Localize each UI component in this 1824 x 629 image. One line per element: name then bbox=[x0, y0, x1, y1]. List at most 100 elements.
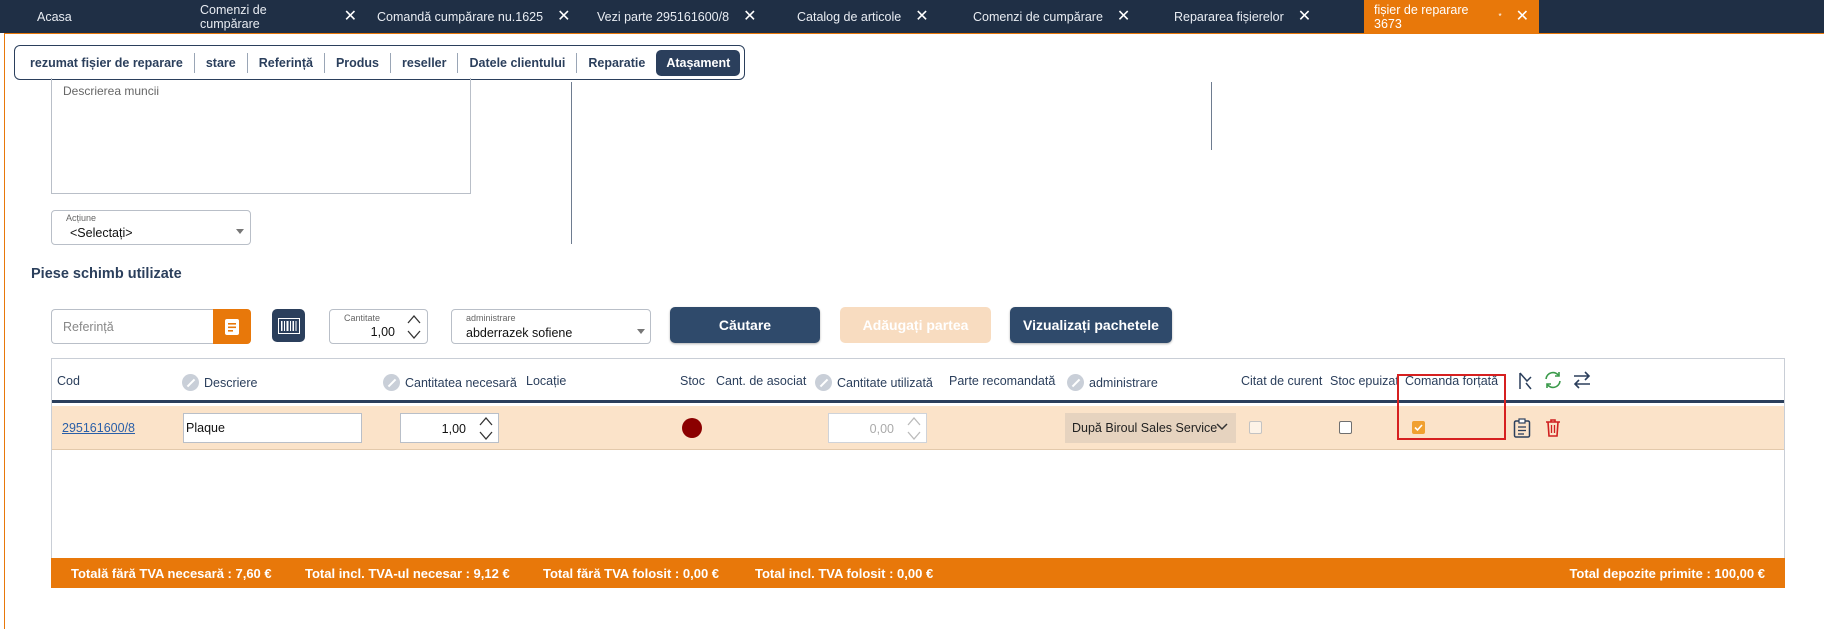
tab-catalog-articole[interactable]: Catalog de articole ✕ bbox=[787, 0, 963, 33]
parts-grid: Cod Descriere Cantitatea necesară Locați… bbox=[51, 358, 1785, 588]
col-parte-recomandata[interactable]: Parte recomandată bbox=[949, 374, 1055, 388]
section-tab-reseller[interactable]: reseller bbox=[391, 52, 459, 73]
parts-section-title: Piese schimb utilizate bbox=[31, 266, 182, 282]
section-tab-atasament[interactable]: Atașament bbox=[656, 49, 741, 76]
tab-label: Catalog de articole bbox=[797, 9, 902, 24]
administration-dropdown[interactable]: După Biroul Sales Service bbox=[1065, 413, 1236, 443]
column-divider bbox=[1211, 82, 1212, 150]
section-tab-datele-clientului[interactable]: Datele clientului bbox=[458, 52, 578, 73]
col-administrare[interactable]: administrare bbox=[1067, 374, 1158, 391]
close-icon[interactable]: ✕ bbox=[915, 8, 928, 25]
quantity-label: Cantitate bbox=[344, 313, 381, 323]
reference-lookup-button[interactable] bbox=[213, 309, 251, 344]
close-icon[interactable]: ✕ bbox=[1516, 8, 1529, 25]
column-chooser-icon[interactable] bbox=[1517, 371, 1535, 391]
required-quantity-value: 1,00 bbox=[441, 422, 466, 436]
action-value: <Selectați> bbox=[70, 226, 133, 240]
col-label: administrare bbox=[1089, 375, 1158, 390]
tab-label: Comandă cumpărare nu.1625 bbox=[377, 9, 544, 24]
tab-acasa[interactable]: Acasa bbox=[0, 0, 190, 33]
quantity-stepper[interactable]: Cantitate 1,00 bbox=[329, 309, 428, 344]
action-select[interactable]: Acțiune <Selectați> bbox=[51, 210, 251, 245]
total-net-used: Total fără TVA folosit : 0,00 € bbox=[543, 566, 720, 581]
work-description-field[interactable]: Descrierea muncii bbox=[51, 78, 471, 194]
col-locatie[interactable]: Locație bbox=[526, 374, 566, 388]
search-button[interactable]: Căutare bbox=[670, 307, 820, 343]
chevron-down-icon[interactable] bbox=[407, 329, 421, 341]
admin-label: administrare bbox=[466, 313, 516, 323]
tab-fisier-reparare[interactable]: fișier de reparare 3673 * ✕ bbox=[1364, 0, 1539, 33]
col-descriere[interactable]: Descriere bbox=[182, 374, 258, 391]
chevron-up-icon[interactable] bbox=[407, 313, 421, 325]
totals-bar: Totală fără TVA necesară : 7,60 € Total … bbox=[51, 558, 1785, 588]
col-cantitate-utilizata[interactable]: Cantitate utilizată bbox=[815, 374, 933, 391]
quantity-value: 1,00 bbox=[370, 325, 395, 339]
stock-status-indicator bbox=[682, 418, 702, 438]
close-icon[interactable]: ✕ bbox=[344, 8, 357, 25]
reference-input[interactable]: Referință bbox=[51, 309, 213, 344]
trash-icon[interactable] bbox=[1545, 418, 1561, 437]
chevron-up-icon[interactable] bbox=[907, 416, 921, 427]
action-label: Acțiune bbox=[66, 213, 97, 223]
col-label: Descriere bbox=[204, 375, 258, 390]
document-list-icon bbox=[225, 318, 239, 335]
section-tab-rezumat[interactable]: rezumat fișier de reparare bbox=[19, 52, 195, 73]
total-gross-required: Total incl. TVA-ul necesar : 9,12 € bbox=[305, 566, 510, 581]
section-tab-produs[interactable]: Produs bbox=[325, 52, 391, 73]
chevron-down-icon bbox=[1216, 423, 1228, 431]
part-code-link[interactable]: 295161600/8 bbox=[62, 421, 135, 435]
tab-label: Repararea fișierelor bbox=[1174, 9, 1284, 24]
chevron-down-icon[interactable] bbox=[907, 430, 921, 441]
tab-label: Acasa bbox=[37, 9, 72, 24]
barcode-icon bbox=[277, 317, 300, 334]
tab-label: fișier de reparare 3673 bbox=[1374, 2, 1469, 31]
description-input[interactable]: Plaque bbox=[183, 413, 362, 443]
swap-icon[interactable] bbox=[1572, 371, 1592, 389]
stock-depleted-checkbox[interactable] bbox=[1339, 421, 1352, 434]
table-row[interactable]: 295161600/8 Plaque 1,00 0,00 După Biroul… bbox=[52, 406, 1784, 450]
tab-comenzi-cumparare[interactable]: Comenzi de cumpărare ✕ bbox=[190, 0, 367, 33]
close-icon[interactable]: ✕ bbox=[1117, 8, 1130, 25]
admin-value: abderrazek sofiene bbox=[466, 326, 573, 340]
col-cant-asociat[interactable]: Cant. de asociat bbox=[716, 374, 806, 388]
tab-vezi-parte[interactable]: Vezi parte 295161600/8 ✕ bbox=[587, 0, 787, 33]
clipboard-icon[interactable] bbox=[1513, 418, 1531, 438]
view-packages-button[interactable]: Vizualizați pachetele bbox=[1010, 307, 1172, 343]
annotation-highlight-box bbox=[1397, 374, 1506, 440]
chevron-down-icon[interactable] bbox=[479, 430, 493, 441]
col-citat-curent[interactable]: Citat de curent bbox=[1241, 374, 1322, 388]
tab-comenzi-cumparare-2[interactable]: Comenzi de cumpărare ✕ bbox=[963, 0, 1164, 33]
used-quantity-stepper[interactable]: 0,00 bbox=[828, 413, 927, 443]
chevron-up-icon[interactable] bbox=[479, 416, 493, 427]
grid-header: Cod Descriere Cantitatea necesară Locați… bbox=[52, 359, 1784, 403]
close-icon[interactable]: ✕ bbox=[743, 8, 756, 25]
tab-label: Comenzi de cumpărare bbox=[973, 9, 1103, 24]
add-part-button[interactable]: Adăugați partea bbox=[840, 307, 991, 343]
chevron-down-icon bbox=[637, 329, 645, 334]
tab-bar: Acasa Comenzi de cumpărare ✕ Comandă cump… bbox=[0, 0, 1824, 33]
col-stoc-epuizat[interactable]: Stoc epuizat bbox=[1330, 374, 1399, 388]
section-tab-stare[interactable]: stare bbox=[195, 52, 248, 73]
col-stoc[interactable]: Stoc bbox=[680, 374, 705, 388]
barcode-scan-button[interactable] bbox=[272, 309, 305, 342]
total-net-required: Totală fără TVA necesară : 7,60 € bbox=[71, 566, 272, 581]
total-gross-used: Total incl. TVA folosit : 0,00 € bbox=[755, 566, 934, 581]
close-icon[interactable]: ✕ bbox=[1298, 8, 1311, 25]
tab-comanda-cumparare[interactable]: Comandă cumpărare nu.1625 ✕ bbox=[367, 0, 587, 33]
total-deposits: Total depozite primite : 100,00 € bbox=[1569, 566, 1765, 581]
edit-icon bbox=[383, 374, 400, 391]
col-cantitatea-necesara[interactable]: Cantitatea necesară bbox=[383, 374, 517, 391]
column-divider bbox=[571, 82, 572, 244]
section-tab-referinta[interactable]: Referință bbox=[248, 52, 325, 73]
modified-marker: * bbox=[1498, 12, 1502, 21]
quote-current-checkbox[interactable] bbox=[1249, 421, 1262, 434]
col-label: Cantitatea necesară bbox=[405, 375, 517, 390]
col-cod[interactable]: Cod bbox=[57, 374, 80, 388]
chevron-down-icon bbox=[236, 229, 244, 234]
refresh-icon[interactable] bbox=[1543, 370, 1563, 390]
close-icon[interactable]: ✕ bbox=[557, 8, 570, 25]
tab-repararea-fisierelor[interactable]: Repararea fișierelor ✕ bbox=[1164, 0, 1364, 33]
required-quantity-stepper[interactable]: 1,00 bbox=[400, 413, 499, 443]
admin-select[interactable]: administrare abderrazek sofiene bbox=[451, 309, 651, 344]
section-tab-reparatie[interactable]: Reparatie bbox=[577, 53, 656, 73]
